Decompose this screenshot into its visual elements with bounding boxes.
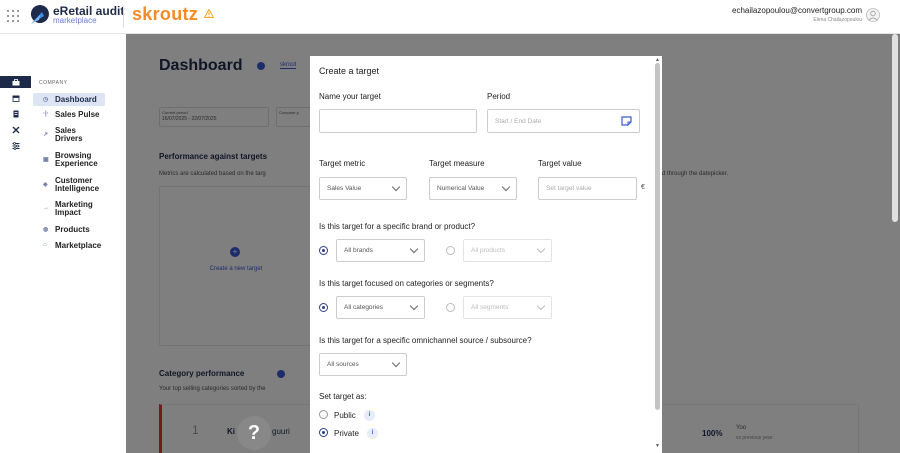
- private-radio[interactable]: [319, 428, 328, 437]
- sidebar: COMPANY ◷ Dashboard ·|· Sales Pulse ↗ Sa…: [31, 34, 126, 453]
- sources-select[interactable]: All sources: [319, 353, 407, 376]
- customer-icon: ◈: [43, 182, 48, 188]
- name-label: Name your target: [319, 92, 381, 101]
- chevron-down-icon: [536, 244, 546, 253]
- rail-briefcase-icon[interactable]: [0, 76, 31, 88]
- marketplace-icon: ⌂: [43, 242, 47, 248]
- apps-grid-icon[interactable]: [7, 10, 19, 22]
- help-button[interactable]: ?: [237, 416, 271, 450]
- user-email[interactable]: echailazopoulou@convertgroup.com: [732, 6, 862, 15]
- segments-select[interactable]: All segments: [463, 296, 552, 319]
- chevron-down-icon: [391, 358, 401, 367]
- divider: [123, 6, 124, 28]
- target-value-input[interactable]: Set target value: [538, 177, 637, 200]
- products-select[interactable]: All products: [463, 239, 552, 262]
- chevron-down-icon: [501, 182, 511, 191]
- period-label: Period: [487, 92, 511, 101]
- user-name: Elena Chailazopoulou: [813, 17, 862, 23]
- products-radio[interactable]: [446, 246, 455, 255]
- sidebar-item-dashboard[interactable]: ◷ Dashboard: [33, 93, 105, 106]
- categories-question: Is this target focused on categories or …: [319, 279, 494, 288]
- period-date-picker[interactable]: Start / End Date: [487, 109, 640, 133]
- marketing-icon: →: [43, 205, 49, 211]
- target-measure-select[interactable]: Numerical Value: [429, 177, 517, 200]
- brand-question: Is this target for a specific brand or p…: [319, 222, 476, 231]
- clock-icon: ◷: [43, 97, 49, 103]
- chevron-down-icon: [536, 301, 546, 310]
- private-label: Private: [334, 429, 359, 438]
- eretail-logo[interactable]: [30, 4, 50, 26]
- chevron-down-icon: [409, 301, 419, 310]
- public-radio[interactable]: [319, 410, 328, 419]
- scroll-down-icon[interactable]: ▼: [655, 443, 660, 449]
- create-target-modal: Create a target Name your target Period …: [310, 56, 662, 453]
- currency-symbol: €: [641, 184, 645, 191]
- trend-icon: ↗: [43, 132, 49, 138]
- categories-select[interactable]: All categories: [336, 296, 425, 319]
- target-name-input[interactable]: [319, 109, 477, 133]
- avatar-icon[interactable]: [866, 8, 880, 22]
- public-label: Public: [334, 411, 356, 420]
- target-metric-select[interactable]: Sales Value: [319, 177, 407, 200]
- top-bar: eRetail audit marketplace skroutz echail…: [0, 0, 900, 34]
- sidebar-section-label: COMPANY: [39, 80, 68, 86]
- brands-select[interactable]: All brands: [336, 239, 425, 262]
- products-icon: ◍: [43, 227, 49, 233]
- modal-scrollbar[interactable]: [655, 63, 660, 410]
- rail-sliders-icon[interactable]: [0, 140, 31, 152]
- pulse-icon: ·|·: [43, 111, 49, 117]
- chevron-down-icon: [409, 244, 419, 253]
- chevron-down-icon: [391, 182, 401, 191]
- categories-radio[interactable]: [319, 303, 328, 312]
- source-question: Is this target for a specific omnichanne…: [319, 336, 532, 345]
- segments-radio[interactable]: [446, 303, 455, 312]
- rail-tools-icon[interactable]: [0, 124, 31, 136]
- value-label: Target value: [538, 159, 582, 168]
- public-info-icon[interactable]: i: [364, 410, 375, 421]
- skroutz-logo: skroutz: [132, 4, 199, 24]
- browse-icon: ▣: [43, 157, 49, 163]
- rail-store-icon[interactable]: [0, 92, 31, 104]
- modal-title: Create a target: [319, 66, 380, 76]
- measure-label: Target measure: [429, 159, 485, 168]
- private-info-icon[interactable]: i: [367, 428, 378, 439]
- calendar-icon: [621, 116, 632, 126]
- metric-label: Target metric: [319, 159, 366, 168]
- page-scrollbar[interactable]: [892, 34, 898, 222]
- set-as-label: Set target as:: [319, 392, 367, 401]
- app-subtitle: marketplace: [53, 16, 97, 25]
- warning-icon[interactable]: [204, 9, 214, 18]
- brands-radio[interactable]: [319, 246, 328, 255]
- icon-rail: [0, 34, 31, 453]
- rail-document-icon[interactable]: [0, 108, 31, 120]
